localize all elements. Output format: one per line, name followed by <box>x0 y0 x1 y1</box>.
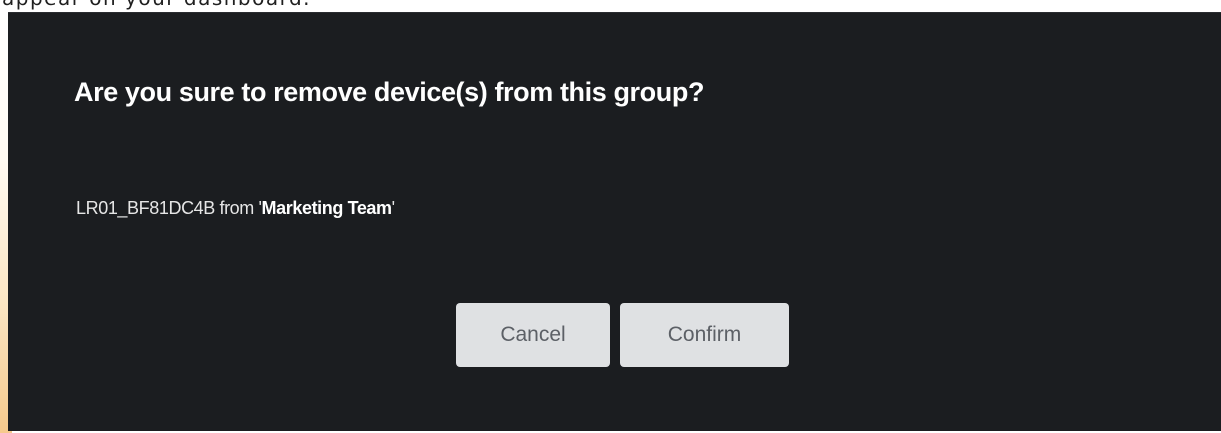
quote-close: ' <box>391 198 395 218</box>
background-page-text: appear on your dashboard. <box>2 0 311 10</box>
dialog-message: LR01_BF81DC4B from 'Marketing Team' <box>76 198 395 219</box>
message-connector: from <box>214 198 259 218</box>
confirm-remove-dialog: Are you sure to remove device(s) from th… <box>8 12 1221 431</box>
dialog-title: Are you sure to remove device(s) from th… <box>74 77 705 107</box>
group-name: Marketing Team <box>261 198 393 218</box>
confirm-button[interactable]: Confirm <box>620 303 789 367</box>
cancel-button[interactable]: Cancel <box>456 303 610 367</box>
device-name: LR01_BF81DC4B <box>76 198 215 218</box>
